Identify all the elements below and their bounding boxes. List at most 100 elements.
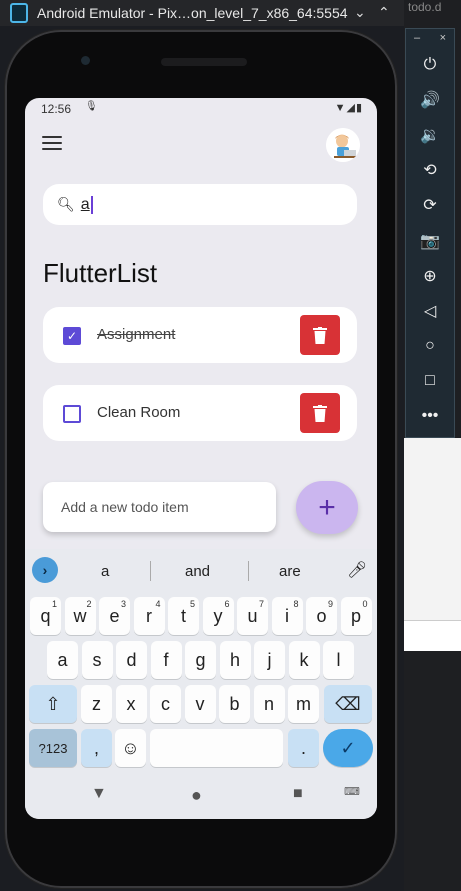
suggestion-item[interactable]: are	[279, 563, 301, 580]
rotate-right-icon[interactable]: ⟳	[406, 188, 454, 223]
expand-toolbar-button[interactable]: ›	[32, 557, 58, 583]
key-l[interactable]: l	[323, 641, 354, 679]
key-v[interactable]: v	[184, 685, 216, 723]
emulator-side-toolbar: – × ⏻ 🔊 🔉 ⟲ ⟳ 📷 ⊕ ◁ ○ □ •••	[405, 28, 455, 438]
comma-key[interactable]: ,	[81, 729, 112, 767]
new-todo-input[interactable]: Add a new todo item	[43, 482, 276, 532]
key-v-label: v	[195, 693, 205, 714]
key-hint-number: 9	[327, 599, 333, 609]
suggestion-item[interactable]: and	[185, 563, 210, 580]
key-t-label: t	[180, 605, 186, 626]
avatar-illustration	[326, 128, 360, 162]
key-q[interactable]: q1	[30, 597, 61, 635]
space-key[interactable]	[150, 729, 283, 767]
key-hint-number: 3	[120, 599, 126, 609]
backspace-key[interactable]: ⌫	[324, 685, 372, 723]
zoom-icon[interactable]: ⊕	[406, 258, 454, 293]
suggestion-item[interactable]: a	[101, 563, 109, 580]
key-y[interactable]: y6	[202, 597, 234, 635]
enter-key[interactable]: ✓	[323, 729, 373, 767]
key-r-label: r	[146, 605, 152, 626]
key-b-label: b	[229, 693, 240, 714]
key-n[interactable]: n	[253, 685, 285, 723]
search-bar[interactable]: 🔍︎ a	[43, 184, 357, 225]
key-l-label: l	[336, 649, 341, 670]
microphone-icon[interactable]: 🎤︎	[347, 560, 367, 580]
key-z[interactable]: z	[81, 685, 112, 723]
key-f-label: f	[163, 649, 169, 670]
key-g[interactable]: g	[185, 641, 216, 679]
symbols-key[interactable]: ?123	[29, 729, 77, 767]
shift-key[interactable]: ⇧	[29, 685, 77, 723]
key-b[interactable]: b	[219, 685, 250, 723]
key-o[interactable]: o9	[306, 597, 337, 635]
phone-frame: 12:56 🎙 ▼◢▮ 🔍︎ a FlutterList ✓ Assignmen…	[5, 30, 397, 888]
power-icon[interactable]: ⏻	[406, 47, 454, 82]
key-u[interactable]: u7	[237, 597, 268, 635]
toolbar-header: – ×	[406, 29, 454, 47]
key-x-label: x	[126, 693, 136, 714]
add-todo-button[interactable]: +	[296, 481, 358, 534]
key-p[interactable]: p0	[340, 597, 372, 635]
nav-overview-icon[interactable]: ■	[293, 785, 303, 803]
close-icon[interactable]: ×	[440, 32, 446, 44]
keyboard-switch-icon[interactable]: ⌨	[344, 785, 360, 798]
todo-checkbox[interactable]	[63, 405, 81, 423]
key-t[interactable]: t5	[168, 597, 199, 635]
chevron-down-icon[interactable]: ⌄	[354, 4, 366, 21]
key-hint-number: 1	[51, 599, 57, 609]
overview-icon[interactable]: □	[406, 364, 454, 399]
volume-up-icon[interactable]: 🔊	[406, 82, 454, 117]
period-key[interactable]: .	[288, 729, 319, 767]
emulator-title-bar: Android Emulator - Pix…on_level_7_x86_64…	[0, 0, 404, 26]
todo-checkbox[interactable]: ✓	[63, 327, 81, 345]
key-w[interactable]: w2	[64, 597, 96, 635]
nav-home-icon[interactable]: ●	[191, 785, 202, 806]
key-r[interactable]: r4	[133, 597, 165, 635]
ide-tab-label[interactable]: todo.d	[408, 0, 441, 14]
todo-label: Clean Room	[97, 404, 181, 421]
home-icon[interactable]: ○	[406, 329, 454, 364]
delete-button[interactable]	[300, 393, 340, 433]
key-j[interactable]: j	[254, 641, 285, 679]
key-c-label: c	[161, 693, 170, 714]
back-icon[interactable]: ◁	[406, 293, 454, 328]
key-a[interactable]: a	[47, 641, 78, 679]
avatar[interactable]	[326, 128, 360, 162]
emoji-key[interactable]: ☺	[115, 729, 146, 767]
trash-icon	[313, 326, 327, 344]
key-m[interactable]: m	[288, 685, 319, 723]
minimize-icon[interactable]: –	[414, 32, 420, 44]
key-k[interactable]: k	[288, 641, 320, 679]
symbols-key-label: ?123	[38, 740, 68, 756]
key-h[interactable]: h	[219, 641, 251, 679]
key-hint-number: 4	[155, 599, 161, 609]
volume-down-icon[interactable]: 🔉	[406, 117, 454, 152]
rotate-left-icon[interactable]: ⟲	[406, 153, 454, 188]
key-e[interactable]: e3	[99, 597, 130, 635]
suggestion-strip: › a and are 🎤︎	[25, 549, 377, 593]
more-icon[interactable]: •••	[406, 399, 454, 434]
trash-icon	[313, 404, 327, 422]
page-title: FlutterList	[43, 258, 158, 288]
key-i[interactable]: i8	[271, 597, 303, 635]
key-c[interactable]: c	[150, 685, 181, 723]
search-icon: 🔍︎	[57, 196, 75, 212]
delete-button[interactable]	[300, 315, 340, 355]
key-o-label: o	[316, 605, 327, 626]
key-hint-number: 8	[293, 599, 299, 609]
menu-icon[interactable]	[42, 136, 62, 150]
key-u-label: u	[247, 605, 258, 626]
key-f[interactable]: f	[150, 641, 182, 679]
chevron-up-icon[interactable]: ⌃	[378, 4, 390, 21]
phone-screen: 12:56 🎙 ▼◢▮ 🔍︎ a FlutterList ✓ Assignmen…	[25, 98, 377, 819]
search-input[interactable]: a	[81, 196, 90, 214]
mic-status-icon: 🎙	[85, 101, 98, 112]
key-d[interactable]: d	[116, 641, 147, 679]
key-e-label: e	[109, 605, 120, 626]
camera-icon[interactable]: 📷	[406, 223, 454, 258]
key-s[interactable]: s	[81, 641, 113, 679]
key-x[interactable]: x	[115, 685, 147, 723]
nav-back-icon[interactable]: ▼	[91, 785, 107, 803]
key-j-label: j	[267, 649, 272, 670]
